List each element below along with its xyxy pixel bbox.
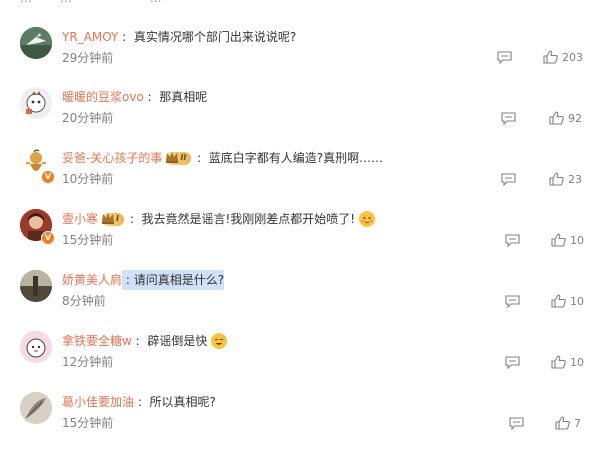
comment-item: 拿铁要全糖w : 辟谣倒是快 12分钟前 10 <box>0 331 600 391</box>
comment-item: 暖暖的豆浆ovo : 那真相呢 20分钟前 92 <box>0 87 600 147</box>
comment-line: 葛小佳要加油 : 所以真相呢? <box>62 392 216 412</box>
verified-badge-icon: V <box>41 231 55 245</box>
avatar[interactable] <box>20 331 52 363</box>
hot-face-emoji-icon <box>359 211 376 227</box>
avatar[interactable] <box>20 270 52 302</box>
comment-line: 妥爸-关心孩子的事 II : 蓝底白字都有人编造?真刑啊…… <box>62 148 383 168</box>
crown-icon <box>102 212 115 224</box>
colon: : <box>126 212 142 226</box>
colon: : <box>193 151 209 165</box>
like-count: 203 <box>562 51 583 64</box>
comment-line: 娇黄美人肩 : 请问真相是什么? <box>62 270 225 290</box>
sweat-smile-emoji-icon <box>211 333 228 349</box>
fan-level-badge[interactable]: I <box>102 212 124 226</box>
comment-text: 所以真相呢? <box>149 395 216 409</box>
comment-text: 我去竟然是谣言!我刚刚差点都开始喷了! <box>141 212 356 226</box>
pink-cartoon-avatar-icon <box>20 331 52 363</box>
bird-avatar-icon <box>20 27 52 59</box>
comment-line: YR_AMOY : 真实情况哪个部门出来说说呢? <box>62 27 296 47</box>
verified-badge-icon: V <box>41 170 55 184</box>
comment-text: 辟谣倒是快 <box>147 334 208 348</box>
comment-line: 壹小寒 I : 我去竟然是谣言!我刚刚差点都开始喷了! <box>62 209 376 229</box>
username-link[interactable]: YR_AMOY <box>62 27 118 47</box>
cropped-text: ... <box>150 0 161 5</box>
comment-text: 请问真相是什么? <box>133 273 225 287</box>
like-count: 7 <box>574 417 581 430</box>
comment-item: YR_AMOY : 真实情况哪个部门出来说说呢? 29分钟前 203 <box>0 27 600 87</box>
colon: : <box>143 90 160 104</box>
comment-item: V 妥爸-关心孩子的事 II : 蓝底白字都有人编造?真刑啊…… 10分钟前 2… <box>0 148 600 208</box>
avatar[interactable] <box>20 392 52 424</box>
cropped-header-strip: ... ... ... <box>0 0 600 6</box>
like-icon[interactable] <box>555 416 570 430</box>
colon: : <box>134 395 150 409</box>
avatar[interactable] <box>20 87 52 119</box>
timestamp: 12分钟前 <box>62 355 114 369</box>
like-icon[interactable] <box>551 233 566 247</box>
reply-icon[interactable] <box>501 112 516 125</box>
username-link[interactable]: 拿铁要全糖w <box>62 331 132 351</box>
colon: : <box>131 334 148 348</box>
reply-icon[interactable] <box>505 356 520 369</box>
feather-avatar-icon <box>20 392 52 424</box>
reply-icon[interactable] <box>505 295 520 308</box>
landscape-avatar-icon <box>20 270 52 302</box>
username-link[interactable]: 葛小佳要加油 <box>62 392 134 412</box>
timestamp: 15分钟前 <box>62 233 114 247</box>
username-link[interactable]: 娇黄美人肩 <box>62 270 122 290</box>
like-count: 23 <box>568 173 582 186</box>
username-link[interactable]: 暖暖的豆浆ovo <box>62 87 144 107</box>
colon: : <box>122 273 134 287</box>
username-link[interactable]: 妥爸-关心孩子的事 <box>62 148 162 168</box>
comment-item: 葛小佳要加油 : 所以真相呢? 15分钟前 7 <box>0 392 600 452</box>
like-icon[interactable] <box>551 294 566 308</box>
timestamp: 29分钟前 <box>62 51 114 65</box>
reply-icon[interactable] <box>509 417 524 430</box>
comment-item: 娇黄美人肩 : 请问真相是什么? 8分钟前 10 <box>0 270 600 330</box>
cartoon-avatar-icon <box>20 87 52 119</box>
comment-text: 那真相呢 <box>159 90 208 104</box>
comment-text: 真实情况哪个部门出来说说呢? <box>133 30 297 44</box>
like-count: 92 <box>568 112 582 125</box>
fan-level-badge[interactable]: II <box>166 151 192 165</box>
timestamp: 15分钟前 <box>62 416 114 430</box>
colon: : <box>118 30 134 44</box>
like-icon[interactable] <box>551 355 566 369</box>
comment-line: 暖暖的豆浆ovo : 那真相呢 <box>62 87 207 107</box>
like-count: 10 <box>570 295 584 308</box>
reply-icon[interactable] <box>501 173 516 186</box>
comment-item: V 壹小寒 I : 我去竟然是谣言!我刚刚差点都开始喷了! 15分钟前 10 <box>0 209 600 269</box>
timestamp: 10分钟前 <box>62 172 114 186</box>
like-icon[interactable] <box>549 172 564 186</box>
highlighted-selection: : 请问真相是什么? <box>122 270 225 290</box>
crown-icon <box>166 151 179 163</box>
timestamp: 20分钟前 <box>62 111 114 125</box>
cropped-text: ... <box>60 0 71 5</box>
like-icon[interactable] <box>549 111 564 125</box>
reply-icon[interactable] <box>497 51 512 64</box>
fan-level-text: II <box>180 153 187 162</box>
comment-text: 蓝底白字都有人编造?真刑啊…… <box>208 151 384 165</box>
like-icon[interactable] <box>543 50 558 64</box>
username-link[interactable]: 壹小寒 <box>62 209 98 229</box>
reply-icon[interactable] <box>505 234 520 247</box>
fan-level-text: I <box>116 214 119 223</box>
like-count: 10 <box>570 234 584 247</box>
timestamp: 8分钟前 <box>62 294 106 308</box>
cropped-text: ... <box>20 0 31 5</box>
avatar[interactable] <box>20 27 52 59</box>
like-count: 10 <box>570 356 584 369</box>
comment-line: 拿铁要全糖w : 辟谣倒是快 <box>62 331 228 351</box>
